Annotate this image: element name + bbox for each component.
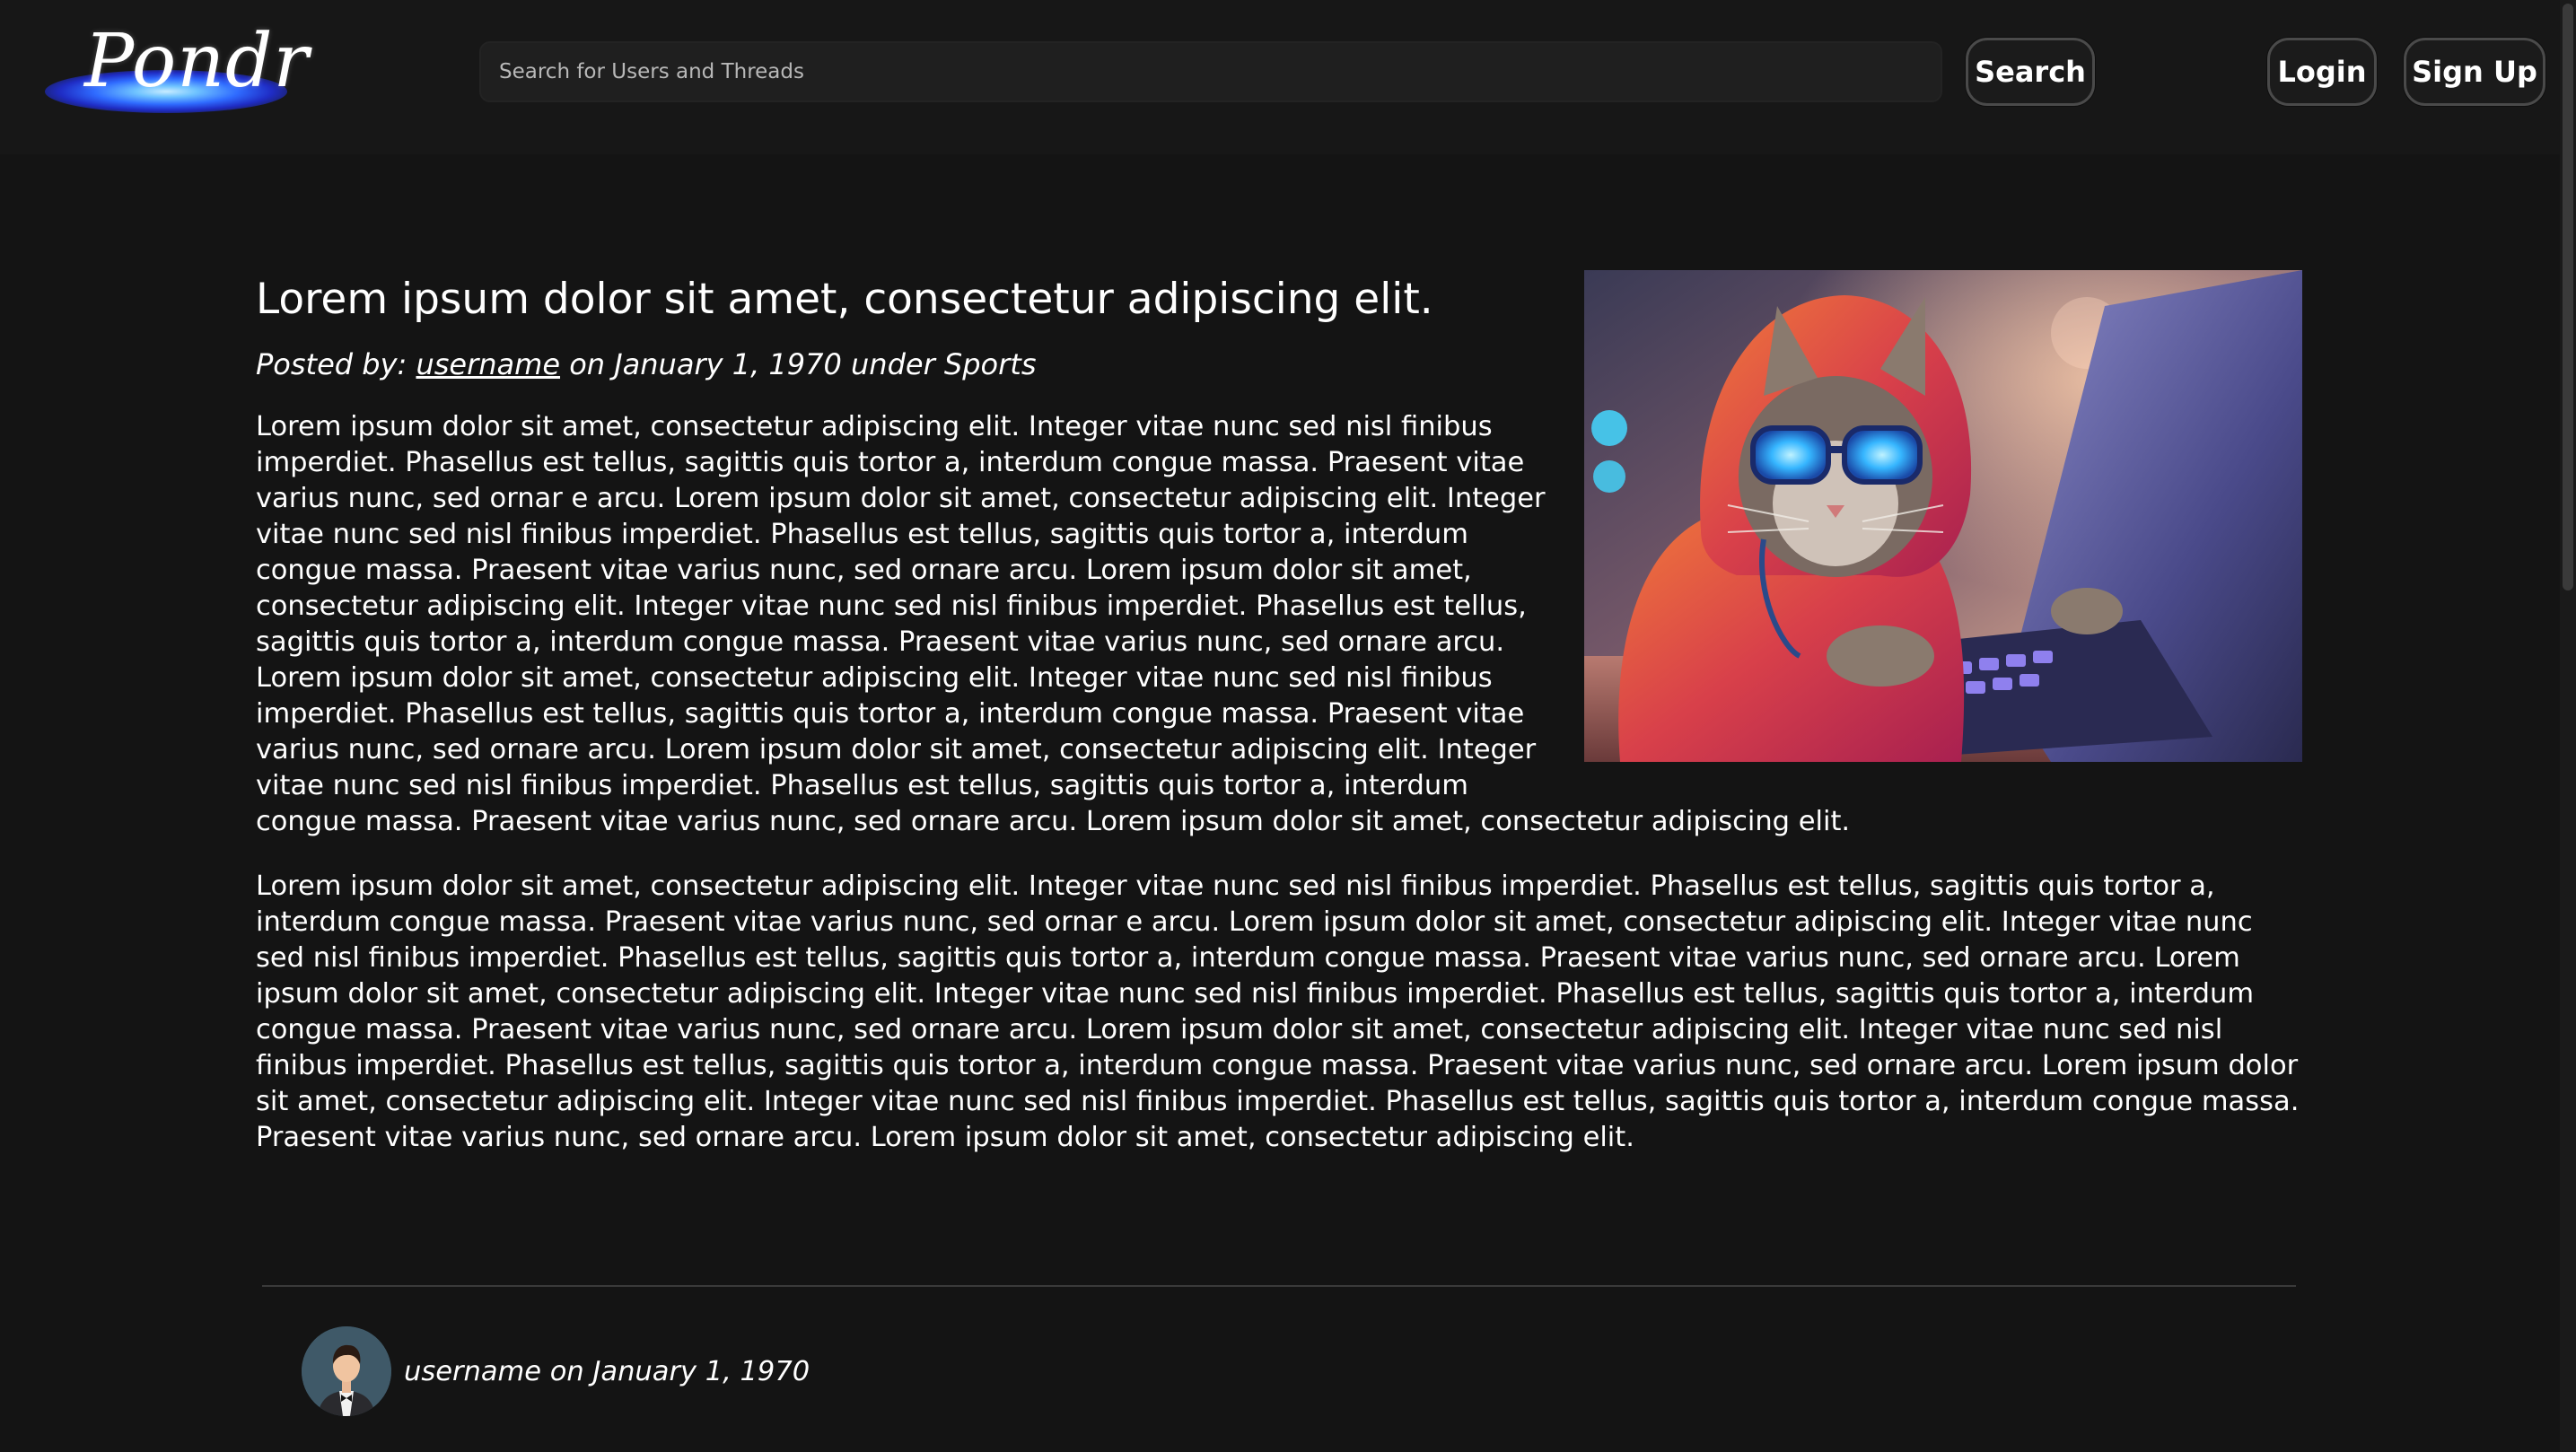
page-scrollbar[interactable] — [2560, 0, 2576, 1452]
search-input[interactable] — [479, 41, 1942, 102]
logo-wordmark: Pondr — [84, 19, 310, 104]
post-article: Lorem ipsum dolor sit amet, consectetur … — [256, 269, 2302, 1156]
comments-divider — [262, 1285, 2296, 1287]
post-date-category: on January 1, 1970 under Sports — [560, 347, 1037, 381]
search-button[interactable]: Search — [1966, 38, 2095, 106]
comment-author-date: username on January 1, 1970 — [404, 1355, 810, 1387]
post-hero-image — [1584, 270, 2302, 762]
top-navbar: Pondr Search Login Sign Up — [0, 0, 2560, 154]
sign-up-button[interactable]: Sign Up — [2404, 38, 2545, 106]
hacker-cat-illustration — [1584, 270, 2302, 762]
post-paragraph: Lorem ipsum dolor sit amet, consectetur … — [256, 870, 2300, 1153]
pondr-logo[interactable]: Pondr — [36, 16, 309, 115]
author-link[interactable]: username — [416, 347, 560, 381]
user-avatar-icon — [302, 1326, 391, 1416]
avatar[interactable] — [302, 1326, 391, 1416]
login-button[interactable]: Login — [2267, 38, 2377, 106]
scrollbar-thumb[interactable] — [2563, 4, 2573, 590]
comment-item: username on January 1, 1970 — [302, 1326, 810, 1416]
posted-by-label: Posted by: — [256, 347, 416, 381]
